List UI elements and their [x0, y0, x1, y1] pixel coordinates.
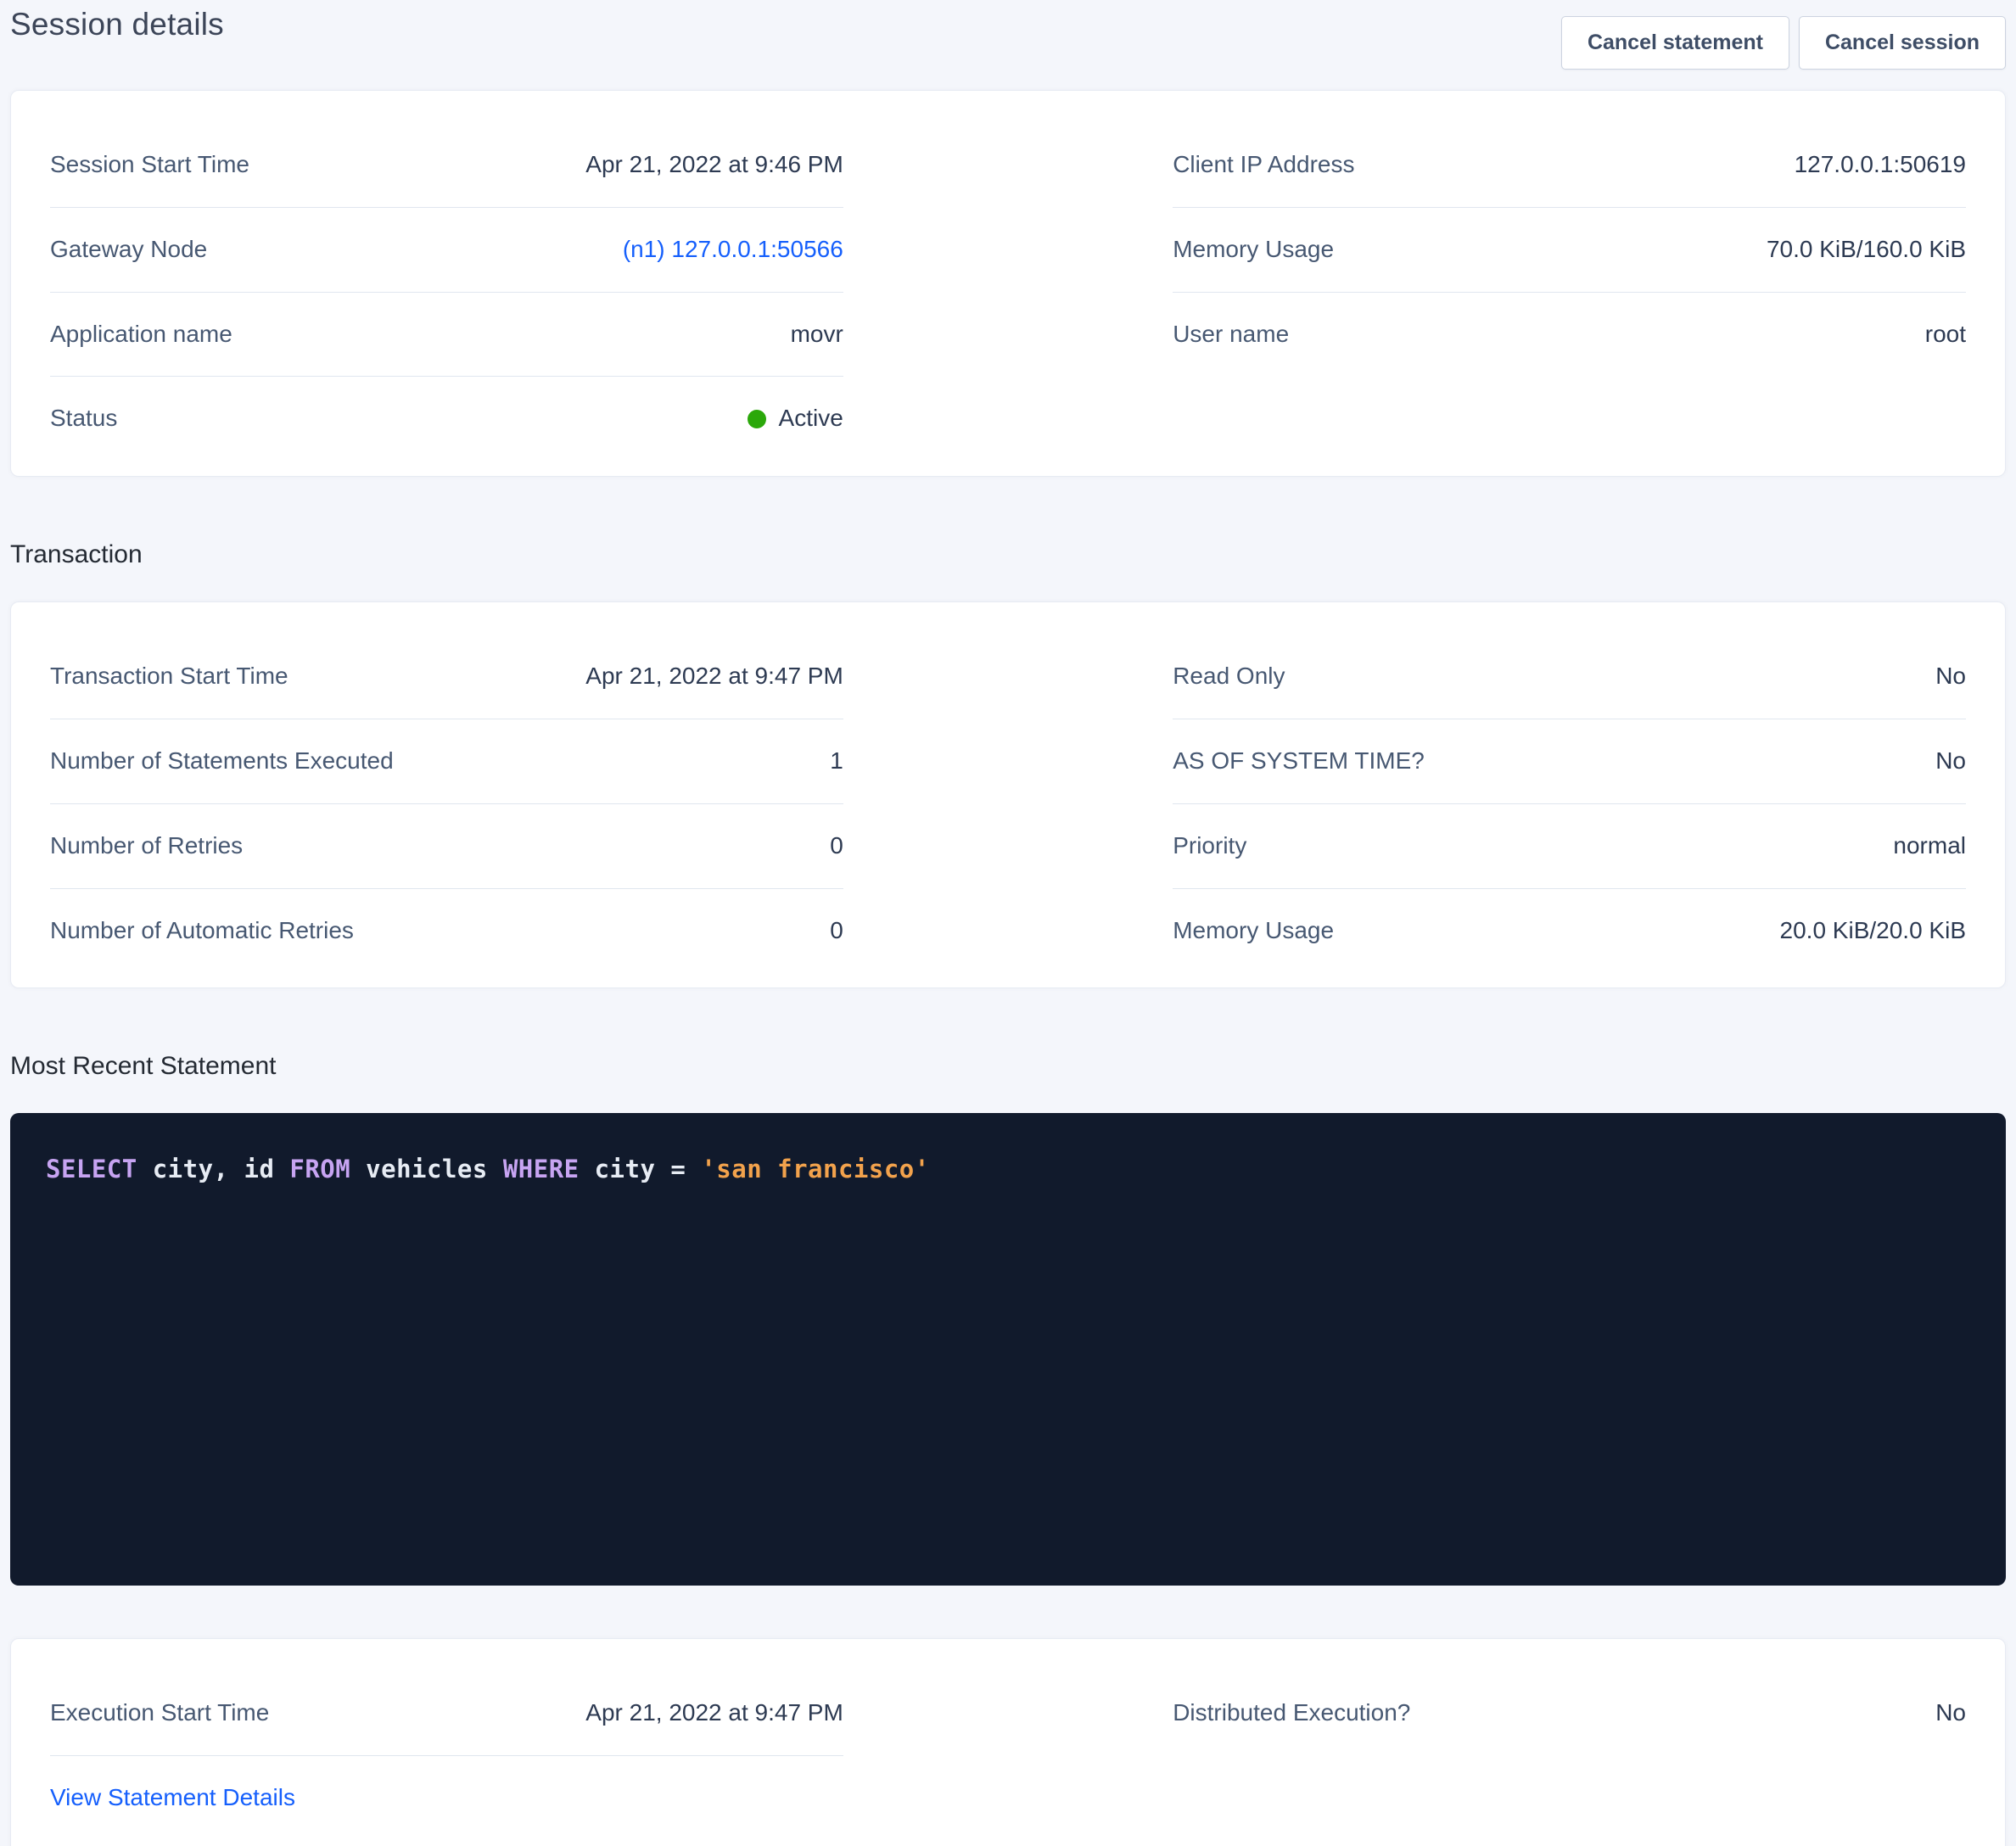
- automatic-retries-label: Number of Automatic Retries: [50, 918, 354, 944]
- row-automatic-retries: Number of Automatic Retries 0: [50, 889, 843, 973]
- row-client-ip: Client IP Address 127.0.0.1:50619: [1173, 123, 1966, 208]
- row-transaction-start-time: Transaction Start Time Apr 21, 2022 at 9…: [50, 635, 843, 719]
- row-execution-start-time: Execution Start Time Apr 21, 2022 at 9:4…: [50, 1671, 843, 1756]
- row-transaction-memory-usage: Memory Usage 20.0 KiB/20.0 KiB: [1173, 889, 1966, 973]
- row-distributed-execution: Distributed Execution? No: [1173, 1671, 1966, 1755]
- row-view-statement-details: View Statement Details: [50, 1756, 843, 1840]
- read-only-label: Read Only: [1173, 663, 1285, 690]
- execution-card-right-column: Distributed Execution? No: [1173, 1671, 1966, 1755]
- sql-string-literal: 'san francisco': [701, 1155, 929, 1183]
- client-ip-value: 127.0.0.1:50619: [1795, 152, 1966, 178]
- session-memory-usage-label: Memory Usage: [1173, 237, 1334, 263]
- transaction-memory-usage-label: Memory Usage: [1173, 918, 1334, 944]
- session-card-right-column: Client IP Address 127.0.0.1:50619 Memory…: [1173, 123, 1966, 461]
- transaction-memory-usage-value: 20.0 KiB/20.0 KiB: [1780, 918, 1966, 944]
- execution-start-time-value: Apr 21, 2022 at 9:47 PM: [585, 1700, 843, 1726]
- gateway-node-label: Gateway Node: [50, 237, 207, 263]
- cancel-statement-button[interactable]: Cancel statement: [1561, 16, 1789, 70]
- row-number-of-retries: Number of Retries 0: [50, 804, 843, 889]
- number-of-retries-value: 0: [830, 833, 843, 859]
- sql-columns: city, id: [137, 1155, 290, 1183]
- row-priority: Priority normal: [1173, 804, 1966, 889]
- sql-keyword-select: SELECT: [46, 1155, 137, 1183]
- view-statement-details-link[interactable]: View Statement Details: [50, 1785, 295, 1811]
- distributed-execution-value: No: [1935, 1700, 1966, 1726]
- page-title: Session details: [10, 7, 224, 42]
- sql-predicate: city =: [580, 1155, 702, 1183]
- session-details-page: Session details Cancel statement Cancel …: [0, 0, 2016, 1846]
- statements-executed-label: Number of Statements Executed: [50, 748, 394, 775]
- as-of-system-time-label: AS OF SYSTEM TIME?: [1173, 748, 1425, 775]
- gateway-node-link[interactable]: (n1) 127.0.0.1:50566: [623, 237, 843, 263]
- statements-executed-value: 1: [830, 748, 843, 775]
- application-name-label: Application name: [50, 322, 232, 348]
- transaction-card-right-column: Read Only No AS OF SYSTEM TIME? No Prior…: [1173, 635, 1966, 972]
- row-as-of-system-time: AS OF SYSTEM TIME? No: [1173, 719, 1966, 804]
- sql-statement-box: SELECT city, id FROM vehicles WHERE city…: [10, 1113, 2006, 1586]
- row-user-name: User name root: [1173, 293, 1966, 377]
- sql-keyword-where: WHERE: [503, 1155, 580, 1183]
- sql-keyword-from: FROM: [289, 1155, 350, 1183]
- as-of-system-time-value: No: [1935, 748, 1966, 775]
- row-gateway-node: Gateway Node (n1) 127.0.0.1:50566: [50, 208, 843, 293]
- client-ip-label: Client IP Address: [1173, 152, 1354, 178]
- header-actions: Cancel statement Cancel session: [1561, 16, 2006, 70]
- row-session-memory-usage: Memory Usage 70.0 KiB/160.0 KiB: [1173, 208, 1966, 293]
- session-summary-card: Session Start Time Apr 21, 2022 at 9:46 …: [10, 90, 2006, 477]
- most-recent-statement-heading: Most Recent Statement: [10, 1052, 2006, 1081]
- user-name-label: User name: [1173, 322, 1289, 348]
- session-start-time-label: Session Start Time: [50, 152, 249, 178]
- number-of-retries-label: Number of Retries: [50, 833, 243, 859]
- page-header: Session details Cancel statement Cancel …: [10, 0, 2006, 90]
- status-text: Active: [779, 406, 843, 432]
- session-memory-usage-value: 70.0 KiB/160.0 KiB: [1767, 237, 1966, 263]
- automatic-retries-value: 0: [830, 918, 843, 944]
- transaction-card: Transaction Start Time Apr 21, 2022 at 9…: [10, 601, 2006, 988]
- session-start-time-value: Apr 21, 2022 at 9:46 PM: [585, 152, 843, 178]
- status-active-dot-icon: [748, 410, 766, 428]
- status-label: Status: [50, 406, 117, 432]
- transaction-start-time-label: Transaction Start Time: [50, 663, 288, 690]
- row-statements-executed: Number of Statements Executed 1: [50, 719, 843, 804]
- status-value: Active: [748, 406, 843, 432]
- row-status: Status Active: [50, 377, 843, 461]
- transaction-heading: Transaction: [10, 540, 2006, 569]
- row-application-name: Application name movr: [50, 293, 843, 378]
- transaction-card-left-column: Transaction Start Time Apr 21, 2022 at 9…: [50, 635, 843, 972]
- read-only-value: No: [1935, 663, 1966, 690]
- row-read-only: Read Only No: [1173, 635, 1966, 719]
- transaction-start-time-value: Apr 21, 2022 at 9:47 PM: [585, 663, 843, 690]
- execution-card-left-column: Execution Start Time Apr 21, 2022 at 9:4…: [50, 1671, 843, 1840]
- sql-table: vehicles: [350, 1155, 503, 1183]
- user-name-value: root: [1925, 322, 1966, 348]
- priority-value: normal: [1893, 833, 1966, 859]
- cancel-session-button[interactable]: Cancel session: [1799, 16, 2006, 70]
- application-name-value: movr: [791, 322, 843, 348]
- execution-start-time-label: Execution Start Time: [50, 1700, 269, 1726]
- session-card-left-column: Session Start Time Apr 21, 2022 at 9:46 …: [50, 123, 843, 461]
- priority-label: Priority: [1173, 833, 1246, 859]
- row-session-start-time: Session Start Time Apr 21, 2022 at 9:46 …: [50, 123, 843, 208]
- execution-card: Execution Start Time Apr 21, 2022 at 9:4…: [10, 1638, 2006, 1846]
- distributed-execution-label: Distributed Execution?: [1173, 1700, 1410, 1726]
